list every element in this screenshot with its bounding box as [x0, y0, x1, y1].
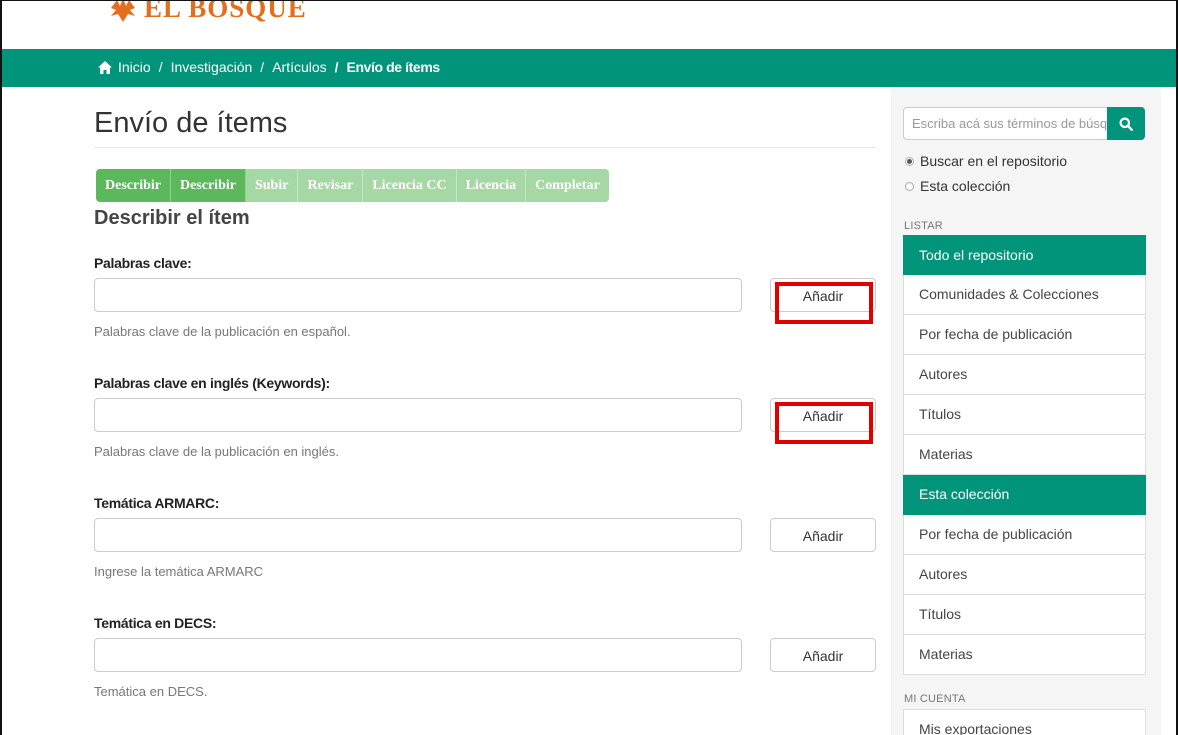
field-help: Palabras clave de la publicación en espa… [94, 324, 351, 339]
step-describe-2[interactable]: Describir [170, 169, 246, 202]
field-label: Temática ARMARC: [94, 495, 220, 511]
breadcrumb: Inicio / Investigación / Artículos / Env… [98, 59, 440, 75]
breadcrumb-separator: / [260, 59, 265, 75]
page-title: Envío de ítems [94, 107, 288, 139]
add-keywords-en-button[interactable]: Añadir [770, 398, 876, 444]
main-content: Envío de ítems Describir Describir Subir… [94, 87, 884, 735]
radio-checked-icon [905, 156, 914, 166]
my-exports[interactable]: Mis exportaciones [903, 709, 1146, 735]
account-heading: MI CUENTA [904, 693, 966, 705]
add-button-label: Añadir [802, 528, 844, 544]
field-help: Palabras clave de la publicación en ingl… [94, 444, 339, 459]
home-icon[interactable] [98, 60, 112, 74]
step-review[interactable]: Revisar [298, 169, 364, 202]
field-keywords-en: Palabras clave en inglés (Keywords): Aña… [94, 375, 884, 459]
search-input[interactable]: Escriba acá sus términos de búsqueda [903, 107, 1107, 140]
step-describe-1[interactable]: Describir [96, 169, 171, 202]
collection-titles[interactable]: Títulos [903, 595, 1146, 635]
collection-authors[interactable]: Autores [903, 555, 1146, 595]
step-complete[interactable]: Completar [526, 169, 609, 202]
step-cc-license[interactable]: Licencia CC [363, 169, 457, 202]
add-armarc-button[interactable]: Añadir [770, 518, 876, 552]
browse-collection-header[interactable]: Esta colección [903, 475, 1146, 515]
browse-repo-header[interactable]: Todo el repositorio [903, 235, 1146, 275]
add-keywords-es-button[interactable]: Añadir [770, 278, 876, 324]
logo-row: EL BOSQUE [2, 1, 1176, 49]
logo-mark-icon [111, 1, 135, 22]
field-help: Temática en DECS. [94, 684, 208, 699]
search-icon [1119, 117, 1133, 131]
field-label: Palabras clave en inglés (Keywords): [94, 375, 330, 391]
breadcrumb-separator: / [334, 59, 339, 75]
browse-subjects[interactable]: Materias [903, 435, 1146, 475]
browse-by-date[interactable]: Por fecha de publicación [903, 315, 1146, 355]
radio-label: Buscar en el repositorio [920, 153, 1068, 169]
browse-titles[interactable]: Títulos [903, 395, 1146, 435]
field-armarc: Temática ARMARC: Añadir Ingrese la temát… [94, 495, 884, 579]
scope-repository-radio[interactable]: Buscar en el repositorio [905, 153, 1067, 169]
add-decs-button[interactable]: Añadir [770, 638, 876, 672]
page-frame: EL BOSQUE Inicio / Investigación / Artíc… [0, 0, 1178, 735]
breadcrumb-separator: / [158, 59, 163, 75]
logo-text: EL BOSQUE [144, 0, 307, 23]
collection-by-date[interactable]: Por fecha de publicación [903, 515, 1146, 555]
add-button-label: Añadir [802, 648, 844, 664]
armarc-input[interactable] [94, 518, 742, 552]
breadcrumb-articles[interactable]: Artículos [272, 59, 326, 75]
breadcrumb-bar: Inicio / Investigación / Artículos / Env… [2, 49, 1176, 87]
step-license[interactable]: Licencia [456, 169, 527, 202]
search-bar: Escriba acá sus términos de búsqueda [903, 107, 1145, 140]
title-divider [94, 147, 876, 148]
browse-communities[interactable]: Comunidades & Colecciones [903, 275, 1146, 315]
collection-subjects[interactable]: Materias [903, 635, 1146, 675]
keywords-es-input[interactable] [94, 278, 742, 312]
sidebar: Escriba acá sus términos de búsqueda Bus… [891, 87, 1161, 735]
breadcrumb-research[interactable]: Investigación [171, 59, 253, 75]
radio-label: Esta colección [920, 178, 1011, 194]
breadcrumb-current: Envío de ítems [346, 59, 441, 75]
field-label: Palabras clave: [94, 255, 192, 271]
add-button-label: Añadir [802, 408, 844, 424]
add-button-label: Añadir [802, 288, 844, 304]
browse-authors[interactable]: Autores [903, 355, 1146, 395]
field-decs: Temática en DECS: Añadir Temática en DEC… [94, 615, 884, 699]
section-title: Describir el ítem [94, 207, 250, 229]
field-keywords-es: Palabras clave: Añadir Palabras clave de… [94, 255, 884, 339]
field-help: Ingrese la temática ARMARC [94, 564, 264, 579]
logo[interactable]: EL BOSQUE [108, 0, 307, 24]
browse-heading: LISTAR [904, 220, 943, 232]
browse-list: Todo el repositorio Comunidades & Colecc… [903, 235, 1146, 675]
step-upload[interactable]: Subir [245, 169, 299, 202]
keywords-en-input[interactable] [94, 398, 742, 432]
decs-input[interactable] [94, 638, 742, 672]
radio-unchecked-icon [905, 181, 914, 191]
progress-steps: Describir Describir Subir Revisar Licenc… [96, 169, 609, 202]
field-label: Temática en DECS: [94, 615, 217, 631]
search-button[interactable] [1107, 107, 1145, 140]
scope-collection-radio[interactable]: Esta colección [905, 178, 1010, 194]
breadcrumb-home[interactable]: Inicio [118, 59, 151, 75]
account-list: Mis exportaciones [903, 709, 1146, 735]
